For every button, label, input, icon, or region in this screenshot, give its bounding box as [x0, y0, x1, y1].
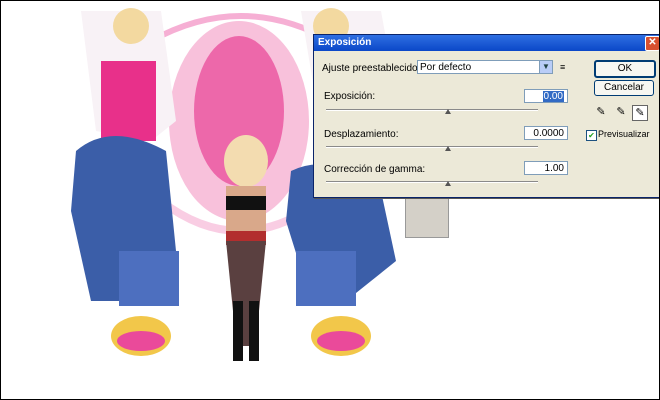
white-eyedropper-icon[interactable]: ✎ [632, 105, 648, 121]
offset-label: Desplazamiento: [324, 129, 399, 140]
preset-value: Por defecto [420, 62, 472, 73]
gamma-slider-thumb[interactable] [445, 181, 451, 186]
photoshop-panel-fragment [405, 196, 449, 238]
preset-label: Ajuste preestablecido: [322, 63, 421, 74]
offset-input[interactable]: 0.0000 [524, 126, 568, 140]
ok-button-label: OK [617, 63, 633, 74]
exposure-slider[interactable] [326, 109, 538, 111]
preview-label: Previsualizar [598, 129, 650, 139]
ok-button[interactable]: OK [594, 60, 656, 78]
offset-slider[interactable] [326, 146, 538, 148]
image-canvas: Exposición ✕ Ajuste preestablecido: Por … [0, 0, 660, 400]
gamma-input[interactable]: 1.00 [524, 161, 568, 175]
gamma-slider[interactable] [326, 181, 538, 183]
exposure-input[interactable]: 0.00 [524, 89, 568, 103]
close-button[interactable]: ✕ [645, 36, 659, 51]
center-figure [224, 135, 268, 361]
left-figure [71, 8, 179, 356]
exposure-dialog: Exposición ✕ Ajuste preestablecido: Por … [313, 34, 659, 198]
exposure-label: Exposición: [324, 91, 376, 102]
gray-eyedropper-icon[interactable]: ✎ [614, 105, 628, 119]
cancel-button[interactable]: Cancelar [594, 80, 654, 96]
preview-checkbox[interactable]: ✔ [586, 130, 597, 141]
chevron-down-icon: ▼ [539, 61, 552, 73]
preset-select[interactable]: Por defecto ▼ [417, 60, 553, 74]
dialog-title: Exposición [318, 37, 372, 48]
exposure-slider-thumb[interactable] [445, 109, 451, 114]
offset-slider-thumb[interactable] [445, 146, 451, 151]
cancel-button-label: Cancelar [603, 82, 645, 93]
gamma-label: Corrección de gamma: [324, 164, 426, 175]
dialog-titlebar: Exposición ✕ [314, 35, 659, 51]
exposure-value: 0.00 [542, 91, 564, 102]
close-icon: ✕ [648, 37, 657, 48]
offset-value: 0.0000 [533, 128, 564, 139]
black-eyedropper-icon[interactable]: ✎ [594, 105, 608, 119]
gamma-value: 1.00 [544, 163, 564, 174]
preset-options-icon[interactable]: ≡ [560, 62, 565, 72]
